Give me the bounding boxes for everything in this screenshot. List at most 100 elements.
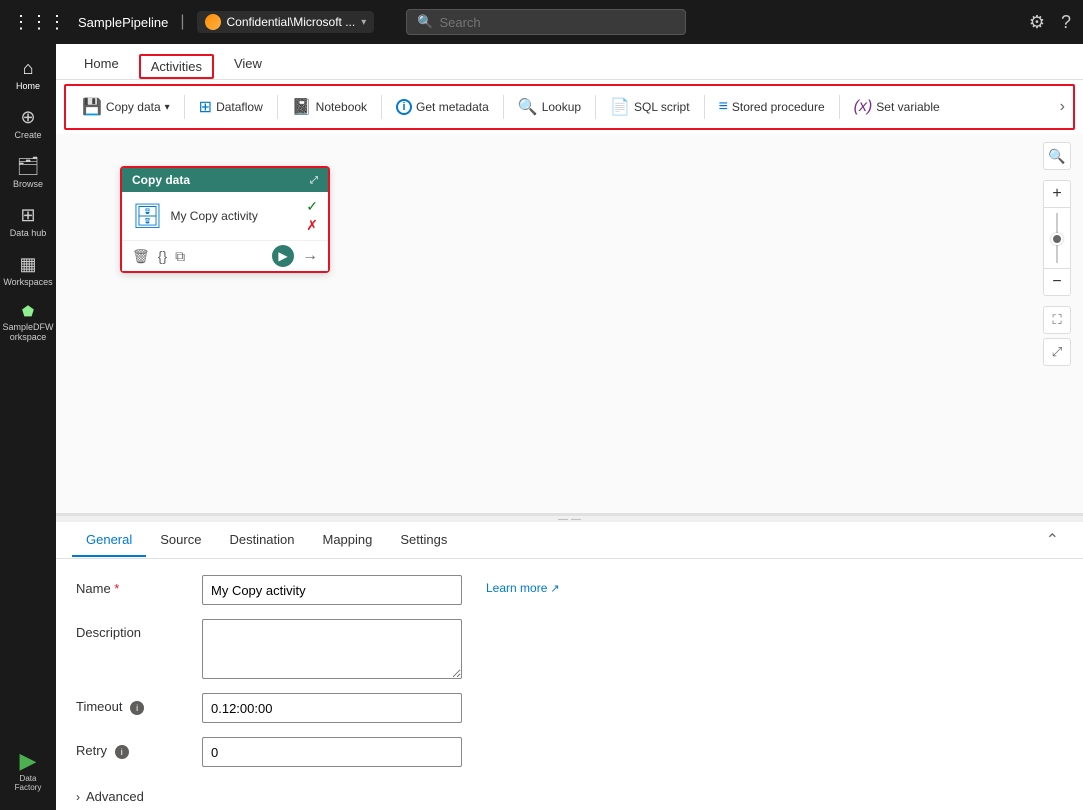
copy-data-node[interactable]: Copy data ⤢ 🗄 My Copy activity ✓ ✗ 🗑 {} <box>120 166 330 273</box>
zoom-fullscreen-button[interactable]: ⛶ <box>1043 306 1071 334</box>
tab-settings[interactable]: Settings <box>386 524 461 557</box>
toolbar-set-variable-button[interactable]: (x) Set variable <box>846 94 948 120</box>
timeout-input[interactable] <box>202 693 462 723</box>
sidebar-data-factory[interactable]: ▶ Data Factory <box>2 742 54 798</box>
tab-view[interactable]: View <box>222 50 274 79</box>
name-input[interactable] <box>202 575 462 605</box>
zoom-slider-thumb <box>1051 233 1063 245</box>
sidebar-item-workspaces[interactable]: ▦ Workspaces <box>2 248 54 293</box>
zoom-in-button[interactable]: + <box>1043 180 1071 208</box>
toolbar-get-metadata-button[interactable]: i Get metadata <box>388 95 497 119</box>
zoom-slider-group: + − <box>1043 180 1071 296</box>
advanced-section[interactable]: › Advanced <box>56 783 1083 810</box>
toolbar-divider-2 <box>277 95 278 119</box>
sidebar-item-create-label: Create <box>14 130 41 140</box>
sidebar-item-browse-label: Browse <box>13 179 43 189</box>
bottom-tabs: General Source Destination Mapping Setti… <box>56 522 1083 559</box>
zoom-search-button[interactable]: 🔍 <box>1043 142 1071 170</box>
learn-more-link[interactable]: Learn more ↗ <box>486 575 560 595</box>
sidebar-data-factory-label: Data Factory <box>6 774 50 792</box>
toolbar-dataflow-button[interactable]: ⊞ Dataflow <box>191 93 271 121</box>
toolbar-divider-6 <box>704 95 705 119</box>
handle-dots-icon: — — <box>558 514 581 525</box>
sidebar-item-home[interactable]: ⌂ Home <box>2 52 54 97</box>
tab-bar: Home Activities View <box>56 44 1083 80</box>
copy-data-dropdown-icon: ▾ <box>165 102 170 113</box>
tab-source[interactable]: Source <box>146 524 215 557</box>
breadcrumb-text: Confidential\Microsoft ... <box>227 15 356 29</box>
sidebar-item-workspaces-label: Workspaces <box>3 277 52 287</box>
sidebar-item-browse[interactable]: 🗂 Browse <box>2 150 54 195</box>
toolbar-sql-script-button[interactable]: 📄 SQL script <box>602 93 698 121</box>
toolbar-get-metadata-label: Get metadata <box>416 100 489 114</box>
zoom-slider[interactable] <box>1043 208 1071 268</box>
copy-node-code-icon[interactable]: {} <box>158 248 167 264</box>
topbar-separator: | <box>180 13 184 31</box>
toolbar-stored-procedure-button[interactable]: ≡ Stored procedure <box>711 94 833 120</box>
search-input[interactable] <box>439 15 675 30</box>
copy-node-status-x: ✗ <box>306 217 318 234</box>
retry-info-icon: i <box>115 745 129 759</box>
topbar-actions: ⚙ ? <box>1029 12 1071 33</box>
copy-node-status-check: ✓ <box>306 198 318 215</box>
toolbar-dataflow-label: Dataflow <box>216 100 263 114</box>
copy-node-body: 🗄 My Copy activity ✓ ✗ <box>122 192 328 240</box>
toolbar-lookup-label: Lookup <box>542 100 581 114</box>
tab-activities[interactable]: Activities <box>139 54 214 79</box>
copy-data-icon: 💾 <box>82 97 102 117</box>
copy-node-delete-icon[interactable]: 🗑 <box>132 248 150 265</box>
data-factory-icon: ▶ <box>20 748 37 774</box>
learn-more-external-icon: ↗ <box>550 582 559 595</box>
description-input[interactable] <box>202 619 462 679</box>
sidebar-item-datahub-label: Data hub <box>10 228 47 238</box>
toolbar-divider-4 <box>503 95 504 119</box>
toolbar-more-button[interactable]: › <box>1060 98 1065 116</box>
toolbar-copy-data-button[interactable]: 💾 Copy data ▾ <box>74 93 178 121</box>
toolbar-set-variable-label: Set variable <box>876 100 939 114</box>
tab-destination[interactable]: Destination <box>215 524 308 557</box>
toolbar-notebook-button[interactable]: 📓 Notebook <box>284 93 375 121</box>
zoom-out-button[interactable]: − <box>1043 268 1071 296</box>
tab-home[interactable]: Home <box>72 50 131 79</box>
search-bar[interactable]: 🔍 <box>406 9 686 35</box>
timeout-info-icon: i <box>130 701 144 715</box>
content-area: Home Activities View 💾 Copy data ▾ ⊞ Dat… <box>56 44 1083 810</box>
app-menu-icon[interactable]: ⋮⋮⋮ <box>12 12 66 33</box>
toolbar-copy-data-label: Copy data <box>106 100 161 114</box>
zoom-expand-button[interactable]: ⤢ <box>1043 338 1071 366</box>
breadcrumb[interactable]: Confidential\Microsoft ... ▾ <box>197 11 375 33</box>
zoom-slider-track <box>1056 213 1058 263</box>
stored-procedure-icon: ≡ <box>719 98 728 116</box>
bottom-panel: — — General Source Destination Mapping S… <box>56 513 1083 810</box>
sidebar-item-create[interactable]: ⊕ Create <box>2 101 54 146</box>
get-metadata-icon: i <box>396 99 412 115</box>
notebook-icon: 📓 <box>292 97 312 117</box>
panel-collapse-button[interactable]: ⌃ <box>1038 522 1067 558</box>
form-row-retry: Retry i <box>76 737 1063 767</box>
copy-node-activity-label: My Copy activity <box>170 209 298 223</box>
lookup-icon: 🔍 <box>518 97 538 117</box>
sidebar-item-sampleDFW[interactable]: ⬟ SampleDFW orkspace <box>2 297 54 348</box>
canvas-area: Copy data ⤢ 🗄 My Copy activity ✓ ✗ 🗑 {} <box>56 134 1083 513</box>
form-label-name: Name <box>76 575 186 596</box>
sidebar-item-datahub[interactable]: ⊞ Data hub <box>2 199 54 244</box>
toolbar-divider-5 <box>595 95 596 119</box>
form-row-timeout: Timeout i <box>76 693 1063 723</box>
copy-node-copy-icon[interactable]: ⧉ <box>175 248 185 265</box>
settings-icon[interactable]: ⚙ <box>1029 12 1045 33</box>
breadcrumb-icon <box>205 14 221 30</box>
toolbar-lookup-button[interactable]: 🔍 Lookup <box>510 93 589 121</box>
browse-icon: 🗂 <box>17 156 40 177</box>
advanced-chevron-icon: › <box>76 790 80 804</box>
copy-node-arrow-icon[interactable]: → <box>302 247 318 265</box>
copy-node-run-button[interactable]: ▶ <box>272 245 294 267</box>
toolbar-stored-procedure-label: Stored procedure <box>732 100 825 114</box>
breadcrumb-chevron-icon: ▾ <box>361 17 366 28</box>
home-icon: ⌂ <box>23 58 34 79</box>
general-form: Name Learn more ↗ Description <box>56 559 1083 783</box>
tab-general[interactable]: General <box>72 524 146 557</box>
sql-script-icon: 📄 <box>610 97 630 117</box>
help-icon[interactable]: ? <box>1061 12 1071 33</box>
tab-mapping[interactable]: Mapping <box>309 524 387 557</box>
retry-input[interactable] <box>202 737 462 767</box>
